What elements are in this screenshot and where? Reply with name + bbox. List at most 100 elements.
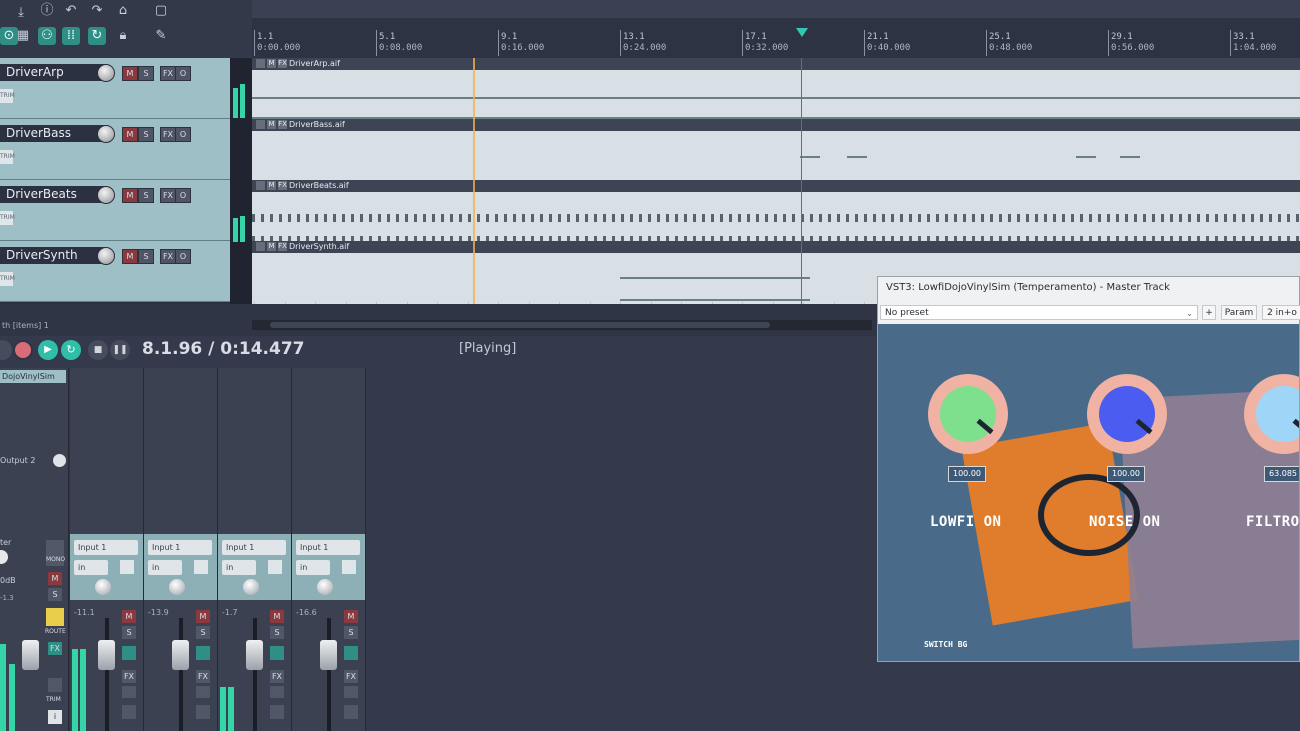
trim-button[interactable]: TRIM: [0, 89, 15, 103]
volume-fader[interactable]: [246, 640, 263, 670]
master-fader[interactable]: [22, 640, 39, 670]
loop-icon[interactable]: ↻: [88, 27, 106, 45]
solo-button[interactable]: S: [138, 66, 154, 81]
pan-knob[interactable]: [169, 579, 185, 595]
input-select[interactable]: Input 1: [74, 540, 138, 555]
stop-button[interactable]: ■: [88, 340, 108, 360]
arrange-view[interactable]: M FX DriverArp.aif M FX DriverBass.aif M FX Driv…: [252, 58, 1300, 304]
volume-knob[interactable]: [97, 125, 115, 143]
route-icon[interactable]: [196, 646, 210, 660]
switch-bg-button[interactable]: SWITCH BG: [924, 640, 967, 649]
route-icon[interactable]: [344, 646, 358, 660]
fx-button[interactable]: FX: [160, 188, 176, 203]
pan-knob[interactable]: [243, 579, 259, 595]
track-header-1[interactable]: DriverBass M S FX O TRIM: [0, 119, 230, 180]
phase-icon[interactable]: [122, 686, 136, 698]
mono-button[interactable]: MONO: [46, 540, 65, 566]
fx-button[interactable]: FX: [160, 66, 176, 81]
input-select[interactable]: Input 1: [296, 540, 360, 555]
strip-fx-button[interactable]: FX: [270, 670, 284, 683]
input-mode-select[interactable]: in: [222, 560, 256, 575]
horizontal-scrollbar[interactable]: [252, 320, 872, 330]
route-icon[interactable]: [270, 646, 284, 660]
strip-solo-button[interactable]: S: [344, 626, 358, 639]
envelope-icon[interactable]: [196, 705, 210, 719]
fx-chain-icon[interactable]: [342, 560, 356, 574]
add-preset-button[interactable]: +: [1202, 305, 1216, 320]
preset-dropdown[interactable]: No preset ⌄: [880, 305, 1198, 320]
window-icon[interactable]: ▢: [152, 2, 170, 20]
io-button[interactable]: O: [175, 188, 191, 203]
route-icon[interactable]: [46, 608, 64, 626]
track-header-2[interactable]: DriverBeats M S FX O TRIM: [0, 180, 230, 241]
io-button[interactable]: 2 in+o: [1262, 305, 1300, 320]
volume-fader[interactable]: [172, 640, 189, 670]
strip-solo-button[interactable]: S: [196, 626, 210, 639]
plugin-knob[interactable]: [1087, 374, 1167, 454]
mute-button[interactable]: M: [122, 249, 138, 264]
track-lane[interactable]: M FX DriverArp.aif: [252, 58, 1300, 119]
solo-button[interactable]: S: [138, 188, 154, 203]
info-icon[interactable]: ⓘ: [38, 2, 56, 20]
repeat-button[interactable]: ↻: [61, 340, 81, 360]
track-header-0[interactable]: DriverArp M S FX O TRIM: [0, 58, 230, 119]
fx-button[interactable]: FX: [160, 249, 176, 264]
strip-fx-button[interactable]: FX: [196, 670, 210, 683]
strip-mute-button[interactable]: M: [122, 610, 136, 623]
info-icon[interactable]: i: [48, 710, 62, 724]
grid-dots-icon[interactable]: ⁞⁞: [62, 27, 80, 45]
clip-waveform[interactable]: [252, 70, 1300, 119]
ruler-region-lane[interactable]: [252, 0, 1300, 18]
download-icon[interactable]: ⤓: [12, 4, 30, 22]
mute-button[interactable]: M: [122, 127, 138, 142]
pause-button[interactable]: ❚❚: [110, 340, 130, 360]
fx-chain-icon[interactable]: [194, 560, 208, 574]
strip-mute-button[interactable]: M: [270, 610, 284, 623]
lock-icon[interactable]: 🔒︎: [114, 27, 132, 45]
volume-knob[interactable]: [97, 247, 115, 265]
phase-icon[interactable]: [196, 686, 210, 698]
master-pan-knob[interactable]: [0, 550, 8, 564]
strip-mute-button[interactable]: M: [196, 610, 210, 623]
solo-button[interactable]: S: [138, 127, 154, 142]
knob-value[interactable]: 100.00: [1107, 466, 1145, 482]
trim-button[interactable]: TRIM: [0, 211, 15, 225]
record-button[interactable]: [13, 340, 33, 360]
pan-knob[interactable]: [317, 579, 333, 595]
clip-header[interactable]: M FX DriverBeats.aif: [252, 180, 1300, 192]
volume-fader[interactable]: [98, 640, 115, 670]
trim-button[interactable]: TRIM: [0, 150, 15, 164]
volume-fader[interactable]: [320, 640, 337, 670]
knob-value[interactable]: 63.085: [1264, 466, 1299, 482]
playhead-marker[interactable]: [796, 28, 808, 37]
knob-value[interactable]: 100.00: [948, 466, 986, 482]
clip-header[interactable]: M FX DriverArp.aif: [252, 58, 1300, 70]
redo-icon[interactable]: ↷: [88, 2, 106, 20]
master-fx-slot[interactable]: DojoVinylSim: [0, 370, 66, 383]
fx-button[interactable]: FX: [160, 127, 176, 142]
undo-icon[interactable]: ↶: [62, 2, 80, 20]
io-button[interactable]: O: [175, 249, 191, 264]
track-lane[interactable]: M FX DriverBass.aif: [252, 119, 1300, 180]
phase-icon[interactable]: [344, 686, 358, 698]
master-solo-button[interactable]: S: [48, 588, 62, 601]
input-select[interactable]: Input 1: [148, 540, 212, 555]
mute-button[interactable]: M: [122, 188, 138, 203]
strip-fx-button[interactable]: FX: [344, 670, 358, 683]
clip-header[interactable]: M FX DriverBass.aif: [252, 119, 1300, 131]
strip-fx-button[interactable]: FX: [122, 670, 136, 683]
input-mode-select[interactable]: in: [296, 560, 330, 575]
grid-icon[interactable]: ▦: [14, 27, 32, 45]
envelope-icon[interactable]: [344, 705, 358, 719]
clip-waveform[interactable]: [252, 192, 1300, 244]
solo-button[interactable]: S: [138, 249, 154, 264]
mute-button[interactable]: M: [122, 66, 138, 81]
clip-header[interactable]: M FX DriverSynth.aif: [252, 241, 1300, 253]
clip-waveform[interactable]: [252, 131, 1300, 180]
route-icon[interactable]: [122, 646, 136, 660]
master-mute-button[interactable]: M: [48, 572, 62, 585]
input-mode-select[interactable]: in: [148, 560, 182, 575]
param-button[interactable]: Param: [1221, 305, 1257, 320]
master-fx-button[interactable]: FX: [48, 642, 62, 655]
input-mode-select[interactable]: in: [74, 560, 108, 575]
